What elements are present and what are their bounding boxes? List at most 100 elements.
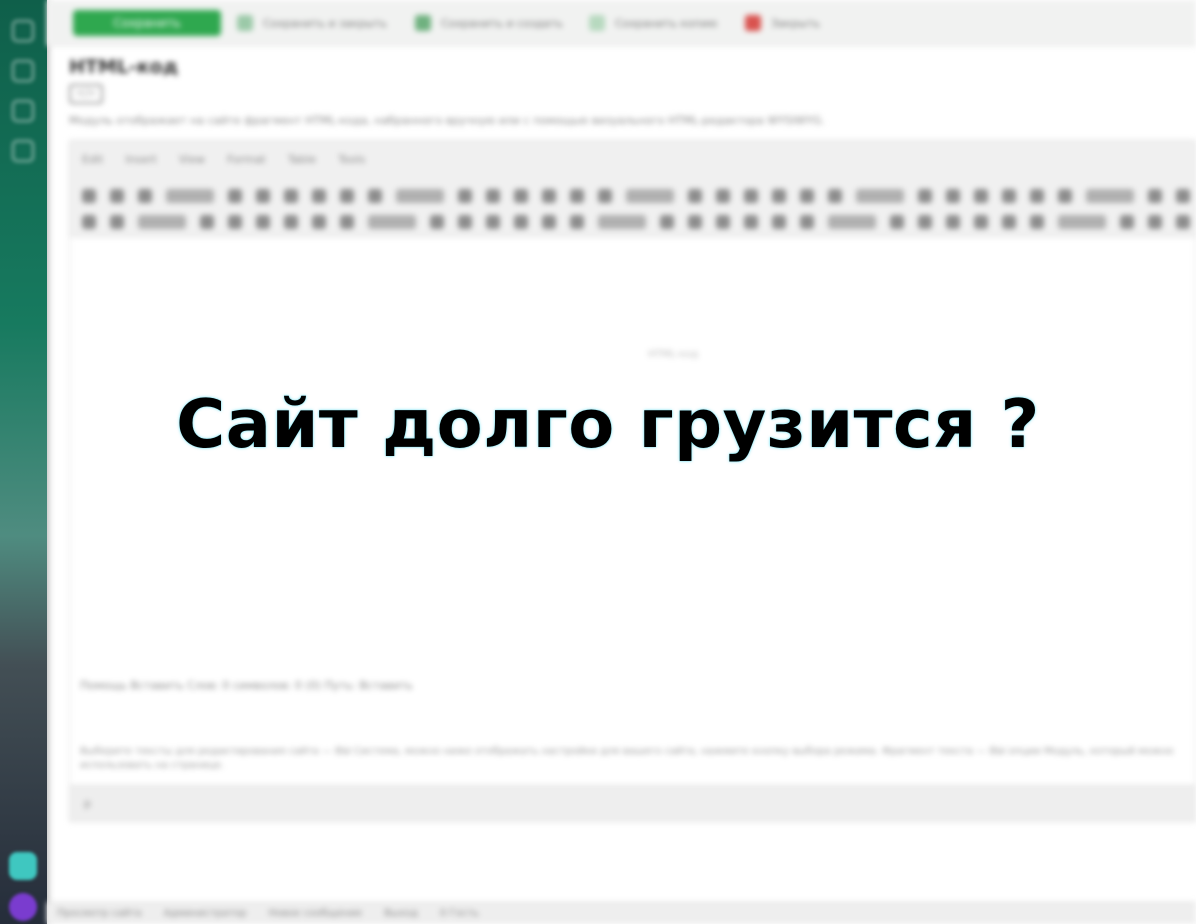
admin-link[interactable]: Администратор — [164, 908, 247, 919]
editor-toolbar — [70, 177, 1195, 237]
toolbar-tool-icon[interactable] — [228, 215, 242, 229]
toolbar-tool-icon[interactable] — [598, 215, 646, 229]
toolbar-tool-icon[interactable] — [946, 189, 960, 203]
menu-format[interactable]: Format — [227, 153, 266, 166]
toolbar-tool-icon[interactable] — [200, 215, 214, 229]
menu-view[interactable]: View — [179, 153, 205, 166]
menu-insert[interactable]: Insert — [125, 153, 157, 166]
toolbar-tool-icon[interactable] — [800, 189, 814, 203]
toolbar-tool-icon[interactable] — [1176, 189, 1190, 203]
toolbar-tool-icon[interactable] — [828, 215, 876, 229]
toolbar-tool-icon[interactable] — [946, 215, 960, 229]
save-copy-button[interactable]: Сохранить копию — [589, 12, 717, 34]
toolbar-tool-icon[interactable] — [1148, 215, 1162, 229]
close-icon — [745, 15, 761, 31]
toolbar-tool-icon[interactable] — [1058, 215, 1106, 229]
home-icon[interactable] — [12, 20, 34, 42]
toolbar-tool-icon[interactable] — [660, 215, 674, 229]
toolbar-tool-icon[interactable] — [570, 189, 584, 203]
toolbar-tool-icon[interactable] — [1058, 189, 1072, 203]
toolbar-tool-icon[interactable] — [368, 215, 416, 229]
toolbar-tool-icon[interactable] — [570, 215, 584, 229]
copy-icon — [589, 15, 605, 31]
toolbar-tool-icon[interactable] — [1030, 189, 1044, 203]
toolbar-tool-icon[interactable] — [458, 189, 472, 203]
toolbar-tool-icon[interactable] — [626, 189, 674, 203]
toolbar-tool-icon[interactable] — [716, 189, 730, 203]
toolbar-tool-icon[interactable] — [312, 215, 326, 229]
toolbar-tool-icon[interactable] — [82, 215, 96, 229]
menu-table[interactable]: Table — [288, 153, 316, 166]
toolbar-tool-icon[interactable] — [1002, 189, 1016, 203]
editor-statusbar: Помощь Вставить Слов: 0 символов: 0 (0) … — [80, 679, 413, 692]
editor-menubar: Edit Insert View Format Table Tools — [70, 141, 1195, 177]
toolbar-tool-icon[interactable] — [744, 189, 758, 203]
users-icon[interactable] — [12, 100, 34, 122]
save-button[interactable]: Сохранить — [73, 10, 221, 36]
toolbar-tool-icon[interactable] — [228, 189, 242, 203]
toolbar-tool-icon[interactable] — [542, 189, 556, 203]
toolbar-tool-icon[interactable] — [716, 215, 730, 229]
toolbar-tool-icon[interactable] — [284, 189, 298, 203]
toolbar-tool-icon[interactable] — [688, 215, 702, 229]
toolbar-tool-icon[interactable] — [110, 189, 124, 203]
toolbar-tool-icon[interactable] — [256, 215, 270, 229]
toolbar-tool-icon[interactable] — [396, 189, 444, 203]
toolbar-tool-icon[interactable] — [458, 215, 472, 229]
toolbar-tool-icon[interactable] — [1176, 215, 1190, 229]
logout-link[interactable]: Выход — [384, 908, 418, 919]
close-button[interactable]: Закрыть — [745, 12, 820, 34]
toolbar-tool-icon[interactable] — [542, 215, 556, 229]
toolbar-tool-icon[interactable] — [340, 189, 354, 203]
toolbar-tool-icon[interactable] — [256, 189, 270, 203]
guest-count: 0 Гость — [439, 908, 479, 919]
toolbar-tool-icon[interactable] — [688, 189, 702, 203]
wysiwyg-editor[interactable]: Edit Insert View Format Table Tools HTML… — [69, 140, 1196, 822]
toolbar-tool-icon[interactable] — [284, 215, 298, 229]
toolbar-tool-icon[interactable] — [166, 189, 214, 203]
status-bottombar: Просмотр сайта Администратор Новое сообщ… — [47, 902, 1196, 924]
code-tag-icon: </> — [69, 84, 103, 104]
toolbar-tool-icon[interactable] — [514, 215, 528, 229]
toolbar-tool-icon[interactable] — [598, 189, 612, 203]
toolbar-tool-icon[interactable] — [744, 215, 758, 229]
toolbar-tool-icon[interactable] — [918, 189, 932, 203]
notification-icon[interactable] — [9, 852, 37, 880]
toolbar-tool-icon[interactable] — [1030, 215, 1044, 229]
user-avatar-icon[interactable] — [9, 893, 37, 921]
toolbar-tool-icon[interactable] — [918, 215, 932, 229]
toolbar-tool-icon[interactable] — [856, 189, 904, 203]
toolbar-tool-icon[interactable] — [772, 215, 786, 229]
toolbar-tool-icon[interactable] — [138, 215, 186, 229]
new-message-link[interactable]: Новое сообщение — [269, 908, 363, 919]
menu-edit[interactable]: Edit — [82, 153, 103, 166]
grid-icon[interactable] — [12, 60, 34, 82]
toolbar-tool-icon[interactable] — [486, 189, 500, 203]
toolbar-tool-icon[interactable] — [514, 189, 528, 203]
settings-icon[interactable] — [12, 140, 34, 162]
toolbar-tool-icon[interactable] — [82, 189, 96, 203]
toolbar-tool-icon[interactable] — [110, 215, 124, 229]
toolbar-tool-icon[interactable] — [340, 215, 354, 229]
save-close-button[interactable]: Сохранить и закрыть — [237, 12, 387, 34]
toolbar-tool-icon[interactable] — [430, 215, 444, 229]
toolbar-tool-icon[interactable] — [368, 189, 382, 203]
view-site-link[interactable]: Просмотр сайта — [57, 908, 142, 919]
toolbar-tool-icon[interactable] — [974, 215, 988, 229]
toolbar-tool-icon[interactable] — [138, 189, 152, 203]
toolbar-tool-icon[interactable] — [312, 189, 326, 203]
toolbar-tool-icon[interactable] — [1002, 215, 1016, 229]
toolbar-tool-icon[interactable] — [800, 215, 814, 229]
toolbar-tool-icon[interactable] — [1120, 215, 1134, 229]
plus-icon — [415, 15, 431, 31]
toolbar-tool-icon[interactable] — [974, 189, 988, 203]
save-new-button[interactable]: Сохранить и создать — [415, 12, 563, 34]
toolbar-tool-icon[interactable] — [772, 189, 786, 203]
content-hint: HTML-код — [648, 349, 699, 360]
toolbar-tool-icon[interactable] — [1086, 189, 1134, 203]
toolbar-tool-icon[interactable] — [828, 189, 842, 203]
toolbar-tool-icon[interactable] — [890, 215, 904, 229]
toolbar-tool-icon[interactable] — [486, 215, 500, 229]
toolbar-tool-icon[interactable] — [1148, 189, 1162, 203]
menu-tools[interactable]: Tools — [338, 153, 365, 166]
